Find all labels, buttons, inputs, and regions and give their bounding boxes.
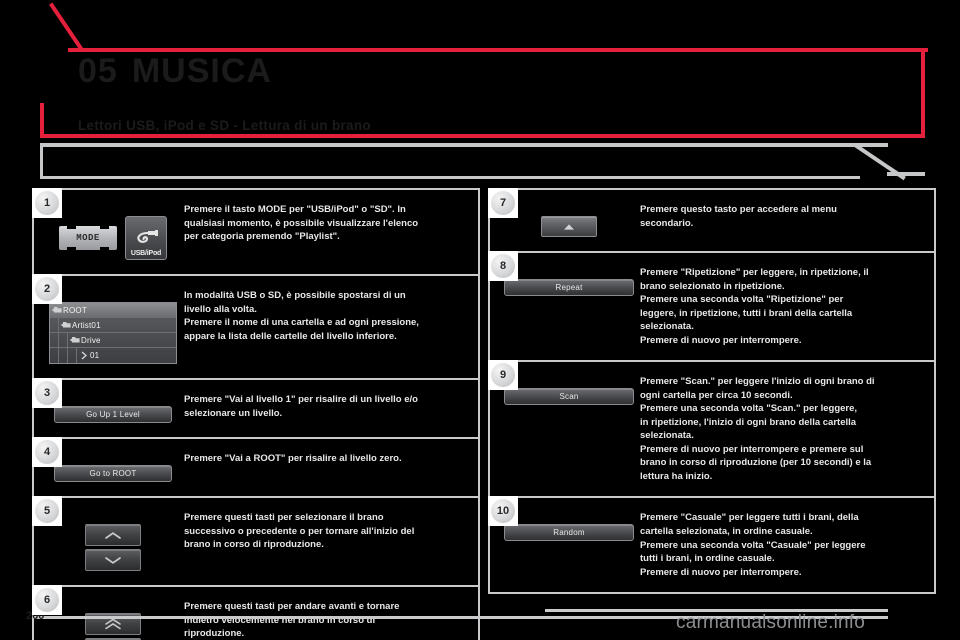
step-description: Premere questi tasti per andare avanti e… bbox=[184, 601, 400, 640]
list-item[interactable]: Artist01 bbox=[50, 318, 176, 333]
next-track-button[interactable] bbox=[85, 524, 141, 546]
accent-diagonal-top-left bbox=[49, 2, 84, 52]
subtitle-rule-top bbox=[40, 143, 888, 147]
repeat-button[interactable]: Repeat bbox=[504, 279, 634, 296]
go-to-root-button[interactable]: Go to ROOT bbox=[54, 465, 172, 482]
mode-button[interactable]: MODE bbox=[59, 225, 117, 251]
chapter-number: 05 bbox=[78, 52, 118, 90]
step-visual: ROOT Artist01 Drive 01 bbox=[42, 288, 184, 366]
list-item-label: ROOT bbox=[63, 305, 87, 315]
step-badge: 4 bbox=[32, 437, 62, 467]
accent-rule-right bbox=[921, 48, 925, 138]
step-visual: Go Up 1 Level bbox=[42, 392, 184, 425]
step-visual bbox=[42, 510, 184, 573]
step-description: Premere questi tasti per selezionare il … bbox=[184, 512, 415, 551]
step-badge: 10 bbox=[488, 496, 518, 527]
folder-back-icon bbox=[68, 336, 81, 344]
list-item-label: Artist01 bbox=[72, 320, 101, 330]
list-item[interactable]: ROOT bbox=[50, 303, 176, 318]
step-row: 8 Repeat Premere "Ripetizione" per legge… bbox=[488, 251, 936, 363]
step-badge: 9 bbox=[488, 360, 518, 391]
step-row: 7 Premere questo tasto per accedere al m… bbox=[488, 188, 936, 253]
chevron-double-up-icon bbox=[105, 618, 121, 630]
step-visual: Repeat bbox=[498, 265, 640, 298]
triangle-up-icon bbox=[564, 223, 574, 230]
page-title: 05 MUSICA bbox=[78, 52, 272, 91]
list-item-label: 01 bbox=[90, 351, 100, 360]
step-description: Premere "Scan." per leggere l'inizio di … bbox=[640, 376, 875, 482]
mode-button-label: MODE bbox=[76, 233, 100, 243]
step-row: 3 Go Up 1 Level Premere "Vai al livello … bbox=[32, 378, 480, 439]
step-row: 9 Scan Premere "Scan." per leggere l'ini… bbox=[488, 360, 936, 499]
steps-column-left: 1 MODE USB/iPod Premere il tasto MODE pe… bbox=[32, 188, 480, 640]
usb-ipod-source-tile[interactable]: USB/iPod bbox=[125, 216, 167, 260]
folder-back-icon bbox=[59, 321, 72, 329]
chevron-up-icon bbox=[105, 531, 121, 539]
step-badge: 3 bbox=[32, 378, 62, 408]
folder-tree-screen[interactable]: ROOT Artist01 Drive 01 bbox=[49, 302, 177, 364]
accent-rule-left bbox=[40, 103, 44, 138]
step-row: 10 Random Premere "Casuale" per leggere … bbox=[488, 496, 936, 595]
subtitle-rule-left bbox=[40, 143, 43, 179]
go-up-1-level-button[interactable]: Go Up 1 Level bbox=[54, 406, 172, 423]
step-description: In modalità USB o SD, è possibile sposta… bbox=[184, 290, 419, 342]
steps-column-right: 7 Premere questo tasto per accedere al m… bbox=[488, 188, 936, 595]
step-badge: 6 bbox=[32, 585, 62, 615]
step-visual: Go to ROOT bbox=[42, 451, 184, 484]
usb-ipod-label: USB/iPod bbox=[130, 250, 162, 257]
step-row: 2 ROOT Artist01 Drive 01 In modalità USB… bbox=[32, 274, 480, 380]
step-visual bbox=[42, 599, 184, 640]
step-description: Premere il tasto MODE per "USB/iPod" o "… bbox=[184, 204, 419, 243]
chapter-title: MUSICA bbox=[131, 52, 272, 90]
step-description: Premere "Vai a ROOT" per risalire al liv… bbox=[184, 453, 402, 464]
step-description: Premere "Ripetizione" per leggere, in ri… bbox=[640, 267, 869, 346]
subtitle-rule-bottom bbox=[40, 176, 860, 179]
step-badge: 2 bbox=[32, 274, 62, 304]
step-row: 4 Go to ROOT Premere "Vai a ROOT" per ri… bbox=[32, 437, 480, 498]
scan-button[interactable]: Scan bbox=[504, 388, 634, 406]
step-visual: Random bbox=[498, 510, 640, 543]
step-badge: 7 bbox=[488, 188, 518, 218]
list-item-label: Drive bbox=[81, 335, 101, 345]
step-badge: 5 bbox=[32, 496, 62, 526]
submenu-button[interactable] bbox=[541, 216, 597, 237]
accent-rule-bottom bbox=[40, 134, 925, 138]
chevron-down-icon bbox=[105, 556, 121, 564]
step-description: Premere questo tasto per accedere al men… bbox=[640, 204, 837, 229]
step-visual: Scan bbox=[498, 374, 640, 407]
watermark: carmanualsonline.info bbox=[676, 612, 866, 633]
list-item[interactable]: Drive bbox=[50, 333, 176, 348]
step-row: 1 MODE USB/iPod Premere il tasto MODE pe… bbox=[32, 188, 480, 276]
folder-back-icon bbox=[50, 306, 63, 314]
chevron-right-icon bbox=[77, 351, 90, 360]
previous-track-button[interactable] bbox=[85, 549, 141, 571]
subtitle-rule-far-right bbox=[887, 172, 925, 176]
step-visual bbox=[498, 202, 640, 239]
step-badge: 8 bbox=[488, 251, 518, 281]
section-subtitle: Lettori USB, iPod e SD - Lettura di un b… bbox=[78, 118, 371, 133]
subtitle-diagonal-right bbox=[853, 143, 906, 181]
step-visual: MODE USB/iPod bbox=[42, 202, 184, 262]
usb-cable-icon bbox=[137, 230, 158, 243]
step-badge: 1 bbox=[32, 188, 62, 218]
list-item[interactable]: 01 bbox=[50, 348, 176, 363]
step-description: Premere "Vai al livello 1" per risalire … bbox=[184, 394, 418, 419]
random-button[interactable]: Random bbox=[504, 524, 634, 542]
step-row: 6 Premere questi tasti per andare avanti… bbox=[32, 585, 480, 640]
step-row: 5 Premere questi tasti per selezionare i… bbox=[32, 496, 480, 587]
step-description: Premere "Casuale" per leggere tutti i br… bbox=[640, 512, 866, 578]
